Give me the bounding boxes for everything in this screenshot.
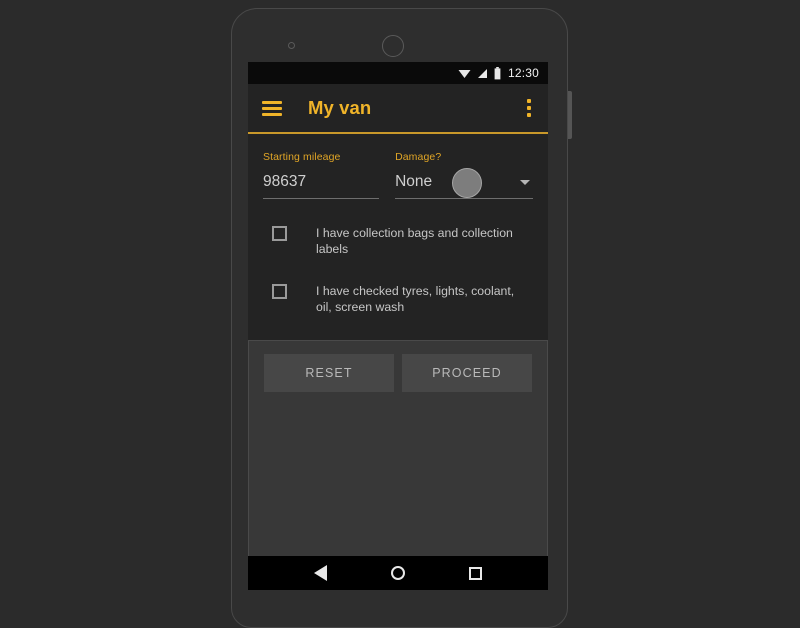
- earpiece-speaker-icon: [382, 35, 404, 57]
- nav-home-button[interactable]: [391, 566, 405, 580]
- damage-label: Damage?: [395, 150, 442, 163]
- back-triangle-icon: [314, 565, 327, 581]
- signal-icon: [477, 68, 487, 78]
- dropdown-touch-ripple: [452, 167, 483, 198]
- recents-square-icon: [469, 566, 482, 580]
- home-circle-icon: [391, 566, 405, 580]
- checkbox-row-collection-bags[interactable]: I have collection bags and collection la…: [263, 225, 533, 257]
- checkbox-label-vehicle-checks: I have checked tyres, lights, coolant, o…: [316, 283, 515, 314]
- phone-screen: 12:30 My van Starting mileage 98637 Dama…: [248, 62, 548, 590]
- wifi-icon: [458, 69, 471, 78]
- checkbox-collection-bags[interactable]: [272, 225, 287, 241]
- action-button-panel: RESET PROCEED: [248, 339, 548, 560]
- status-bar: 12:30: [248, 62, 548, 84]
- fields-row: Starting mileage 98637 Damage? None: [263, 151, 533, 199]
- starting-mileage-field[interactable]: Starting mileage 98637: [263, 150, 380, 199]
- battery-icon: [494, 66, 501, 79]
- front-sensor-icon: [288, 42, 295, 49]
- starting-mileage-label: Starting mileage: [263, 150, 341, 163]
- damage-dropdown[interactable]: Damage? None: [395, 151, 533, 199]
- status-bar-clock: 12:30: [507, 66, 539, 80]
- hamburger-menu-icon[interactable]: [262, 100, 282, 116]
- page-title: My van: [308, 97, 372, 118]
- nav-recents-button[interactable]: [469, 566, 482, 580]
- checkbox-label-collection-bags: I have collection bags and collection la…: [316, 225, 513, 256]
- chevron-down-icon[interactable]: [520, 179, 530, 185]
- starting-mileage-underline: [263, 197, 380, 199]
- form-card: Starting mileage 98637 Damage? None I ha…: [248, 133, 548, 340]
- app-bar: My van: [248, 84, 548, 132]
- android-navigation-bar: [248, 556, 548, 590]
- overflow-menu-icon[interactable]: [527, 99, 531, 117]
- checkbox-row-vehicle-checks[interactable]: I have checked tyres, lights, coolant, o…: [263, 283, 533, 315]
- nav-back-button[interactable]: [314, 565, 327, 581]
- starting-mileage-input[interactable]: 98637: [263, 173, 379, 198]
- checkbox-vehicle-checks[interactable]: [272, 283, 287, 299]
- proceed-button[interactable]: PROCEED: [402, 353, 532, 392]
- damage-underline: [395, 197, 533, 199]
- reset-button[interactable]: RESET: [264, 353, 394, 392]
- power-button[interactable]: [568, 91, 572, 139]
